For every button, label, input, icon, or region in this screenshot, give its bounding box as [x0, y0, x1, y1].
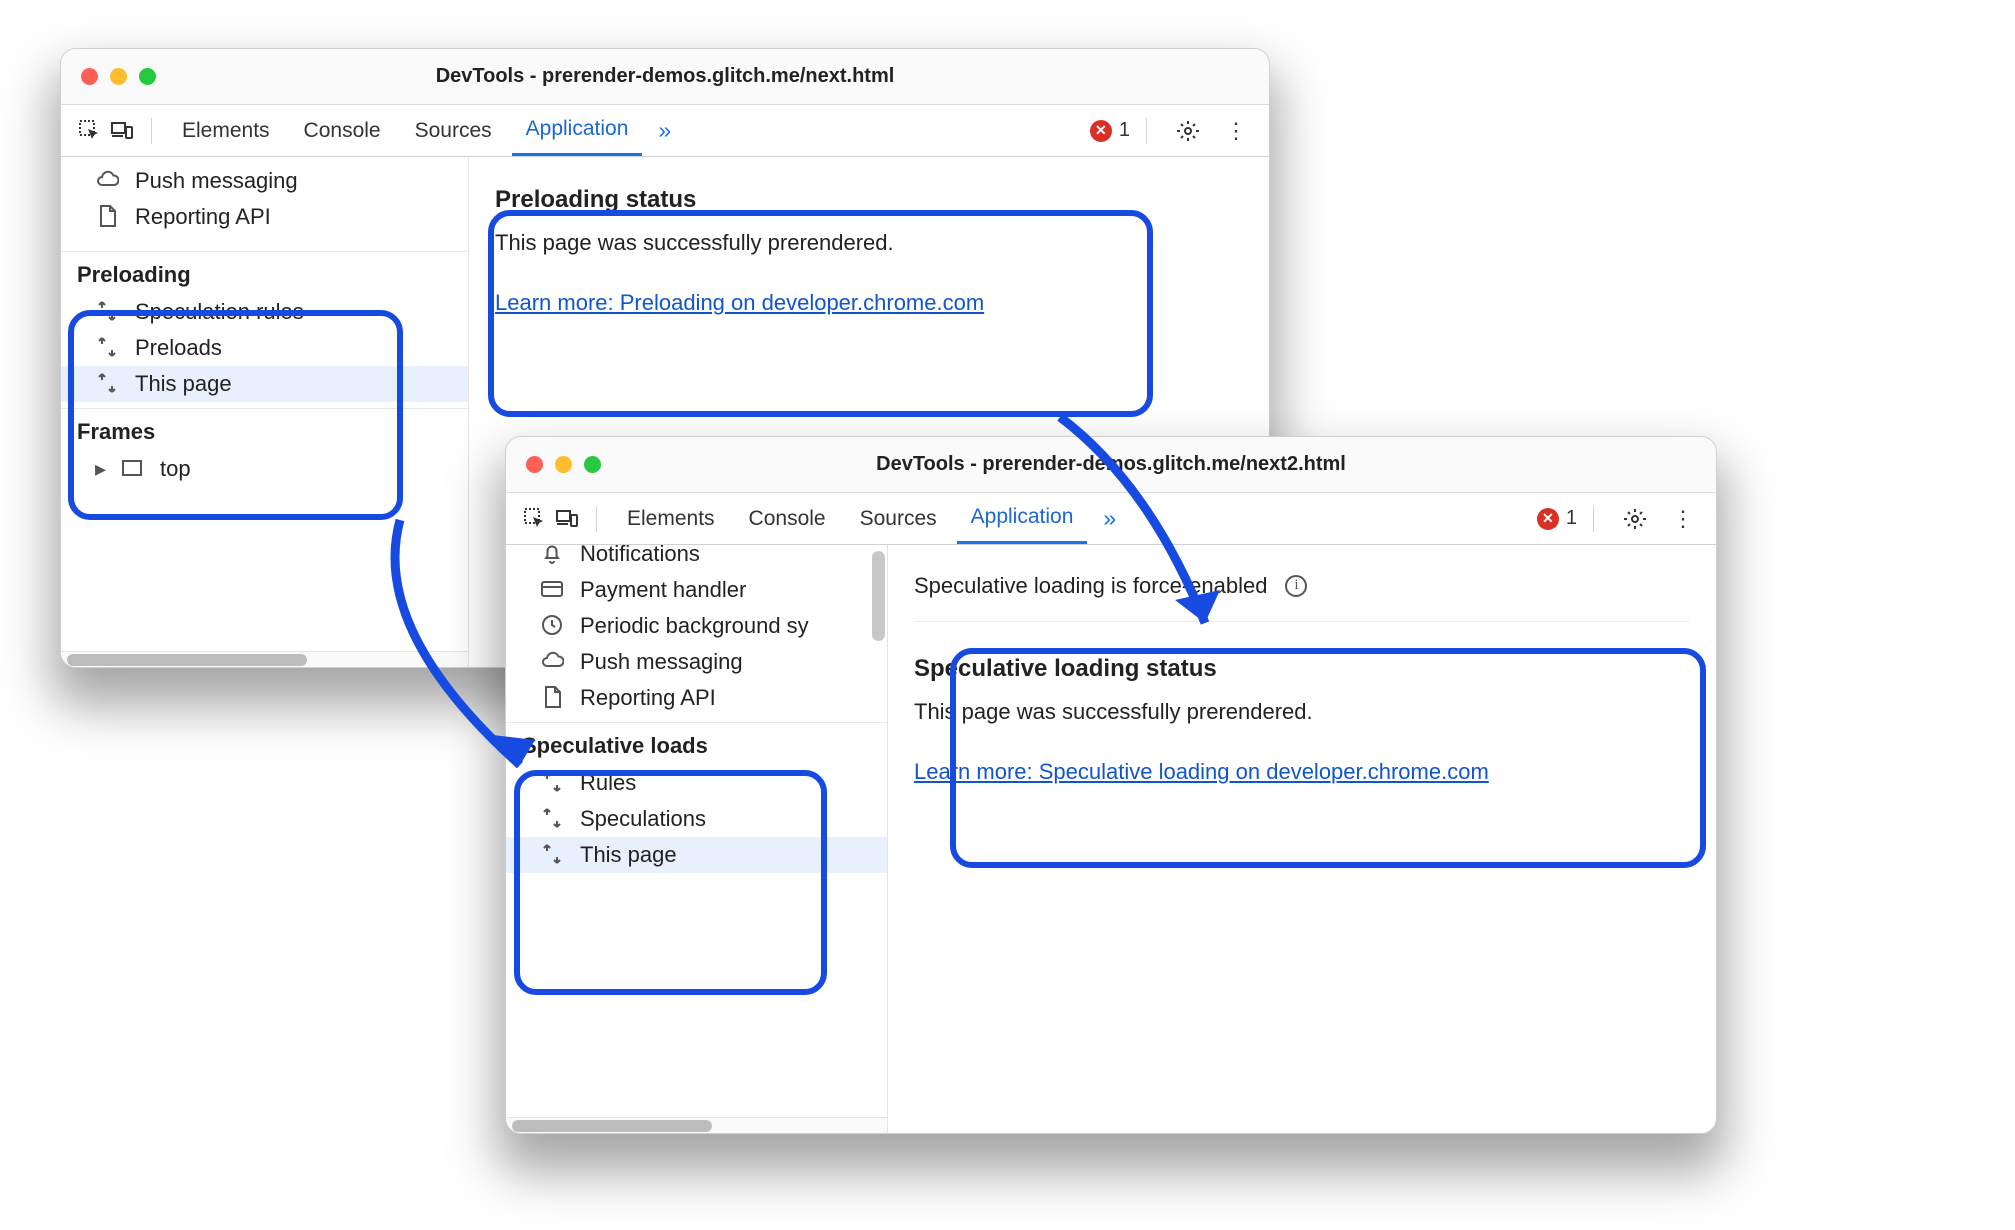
window-title: DevTools - prerender-demos.glitch.me/nex…	[61, 65, 1269, 88]
sidebar-item-preloads[interactable]: Preloads	[61, 330, 468, 366]
sidebar-group-speculative-loads[interactable]: Speculative loads	[506, 722, 887, 765]
sidebar-item-periodic-background-sync[interactable]: Periodic background sy	[506, 608, 887, 644]
error-icon: ✕	[1090, 120, 1112, 142]
more-tabs-icon[interactable]: »	[1093, 505, 1126, 532]
card-icon	[540, 577, 566, 603]
sidebar-item-this-page[interactable]: This page	[61, 366, 468, 402]
devtools-toolbar: Elements Console Sources Application » ✕…	[61, 105, 1269, 157]
tab-console[interactable]: Console	[290, 105, 395, 156]
sidebar-item-rules[interactable]: Rules	[506, 765, 887, 801]
more-tabs-icon[interactable]: »	[648, 117, 681, 144]
updown-icon	[540, 770, 566, 796]
document-icon	[540, 685, 566, 711]
updown-icon	[540, 842, 566, 868]
kebab-menu-icon[interactable]: ⋮	[1666, 506, 1700, 532]
sidebar-item-payment-handler[interactable]: Payment handler	[506, 572, 887, 608]
info-icon[interactable]: i	[1285, 575, 1307, 597]
cloud-icon	[95, 168, 121, 194]
kebab-menu-icon[interactable]: ⋮	[1219, 118, 1253, 144]
sidebar-item-reporting-api[interactable]: Reporting API	[61, 199, 468, 235]
cloud-icon	[540, 649, 566, 675]
content-pane: Speculative loading is force-enabled i S…	[888, 545, 1716, 1133]
tab-sources[interactable]: Sources	[401, 105, 506, 156]
sidebar-item-push-messaging[interactable]: Push messaging	[506, 644, 887, 680]
tab-sources[interactable]: Sources	[846, 493, 951, 544]
horizontal-scrollbar[interactable]	[506, 1117, 887, 1133]
preloading-status-text: This page was successfully prerendered.	[495, 226, 1243, 260]
sidebar-item-notifications[interactable]: Notifications	[506, 545, 887, 572]
sidebar-item-speculations[interactable]: Speculations	[506, 801, 887, 837]
error-badge[interactable]: ✕ 1	[1090, 119, 1130, 142]
sidebar-item-this-page[interactable]: This page	[506, 837, 887, 873]
window-title: DevTools - prerender-demos.glitch.me/nex…	[506, 453, 1716, 476]
sidebar-item-top-frame[interactable]: ▸top	[61, 451, 468, 487]
preloading-status-heading: Preloading status	[495, 181, 1243, 218]
updown-icon	[95, 299, 121, 325]
sidebar-item-speculation-rules[interactable]: Speculation rules	[61, 294, 468, 330]
device-toggle-icon[interactable]	[109, 118, 135, 144]
error-icon: ✕	[1537, 508, 1559, 530]
titlebar[interactable]: DevTools - prerender-demos.glitch.me/nex…	[506, 437, 1716, 493]
error-badge[interactable]: ✕ 1	[1537, 507, 1577, 530]
sidebar-group-frames[interactable]: Frames	[61, 408, 468, 451]
disclosure-triangle-icon[interactable]: ▸	[95, 456, 106, 482]
horizontal-scrollbar[interactable]	[61, 651, 468, 667]
gear-icon[interactable]	[1622, 506, 1648, 532]
gear-icon[interactable]	[1175, 118, 1201, 144]
frame-icon	[120, 456, 146, 482]
speculative-loading-banner: Speculative loading is force-enabled i	[914, 569, 1690, 622]
updown-icon	[95, 371, 121, 397]
sidebar-item-push-messaging[interactable]: Push messaging	[61, 163, 468, 199]
titlebar[interactable]: DevTools - prerender-demos.glitch.me/nex…	[61, 49, 1269, 105]
application-sidebar: Push messaging Reporting API Preloading …	[61, 157, 469, 667]
bell-icon	[540, 545, 566, 567]
sidebar-item-reporting-api[interactable]: Reporting API	[506, 680, 887, 716]
speculative-loading-status-text: This page was successfully prerendered.	[914, 695, 1690, 729]
tab-application[interactable]: Application	[957, 493, 1088, 544]
inspect-icon[interactable]	[77, 118, 103, 144]
document-icon	[95, 204, 121, 230]
tab-console[interactable]: Console	[735, 493, 840, 544]
vertical-scrollbar[interactable]	[872, 551, 885, 641]
updown-icon	[540, 806, 566, 832]
updown-icon	[95, 335, 121, 361]
clock-icon	[540, 613, 566, 639]
sidebar-group-preloading[interactable]: Preloading	[61, 251, 468, 294]
tab-application[interactable]: Application	[512, 105, 643, 156]
application-sidebar: Notifications Payment handler Periodic b…	[506, 545, 888, 1133]
tab-elements[interactable]: Elements	[613, 493, 729, 544]
devtools-window-2: DevTools - prerender-demos.glitch.me/nex…	[505, 436, 1717, 1134]
learn-more-link[interactable]: Learn more: Preloading on developer.chro…	[495, 286, 984, 320]
speculative-loading-status-heading: Speculative loading status	[914, 650, 1690, 687]
device-toggle-icon[interactable]	[554, 506, 580, 532]
inspect-icon[interactable]	[522, 506, 548, 532]
tab-elements[interactable]: Elements	[168, 105, 284, 156]
devtools-toolbar: Elements Console Sources Application » ✕…	[506, 493, 1716, 545]
learn-more-link[interactable]: Learn more: Speculative loading on devel…	[914, 755, 1489, 789]
